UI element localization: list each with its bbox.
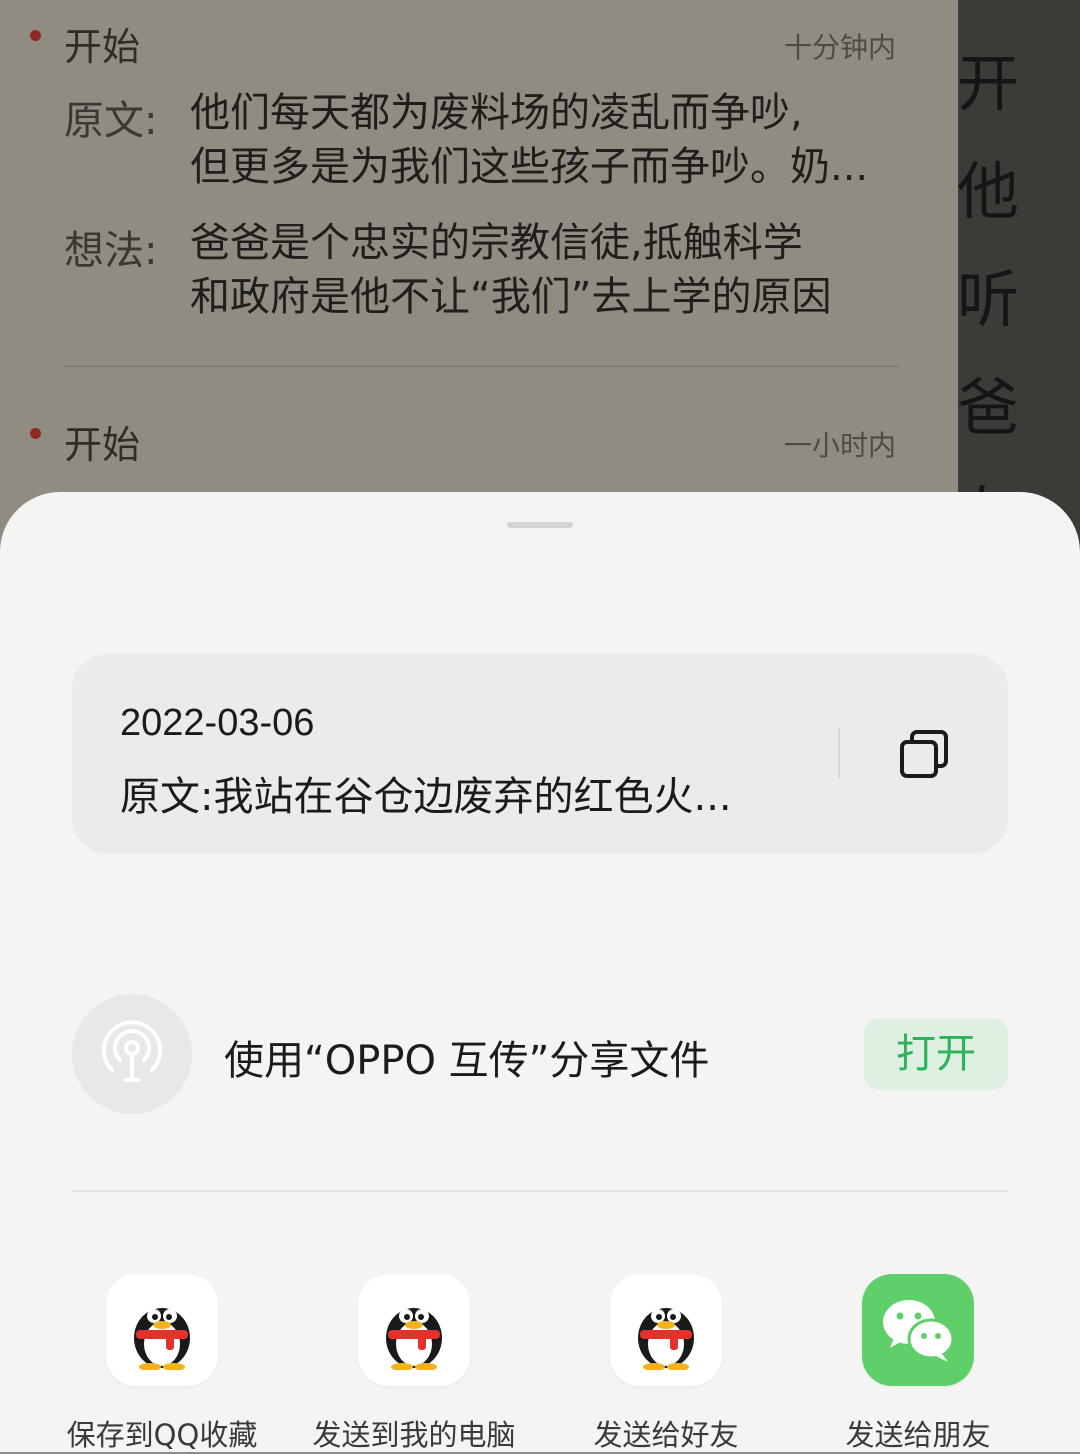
oppo-share-label: 使用“OPPO 互传”分享文件 [224,1038,710,1084]
app-label: 保存到QQ收藏 [66,1418,258,1452]
entry-time: 十分钟内 [783,31,896,64]
original-line: 他们每天都为废料场的凌乱而争吵, [190,90,803,136]
share-sheet: 2022-03-06 原文:我站在谷仓边废弃的红色火... 使用“OPPO 互传… [0,492,1080,1452]
share-qq-favorites[interactable]: 保存到QQ收藏 [37,1274,287,1454]
entry-title: 开始 [64,25,141,69]
section-divider [72,1190,1008,1192]
app-label: 发送给好友 [593,1418,739,1452]
thought-line: 爸爸是个忠实的宗教信徒,抵触科学 [190,220,803,266]
qq-penguin-icon [106,1274,218,1386]
entry-title: 开始 [64,423,141,467]
share-qq-my-computer[interactable]: 发送到我的电脑 [289,1274,539,1454]
qq-penguin-icon [358,1274,470,1386]
copy-icon [900,730,948,778]
preview-text: 原文:我站在谷仓边废弃的红色火... [120,774,732,820]
app-label: 发送到我的电脑 [312,1418,516,1452]
share-wechat-friend[interactable]: 发送给朋友 [793,1274,1043,1454]
share-preview-card: 2022-03-06 原文:我站在谷仓边废弃的红色火... [72,654,1008,854]
original-line: 但更多是为我们这些孩子而争吵。奶... [190,144,869,190]
entry-time: 一小时内 [783,429,896,462]
wechat-icon [862,1274,974,1386]
side-char: 他 [957,155,1020,228]
side-char: 听 [957,263,1020,336]
entry-divider [64,366,900,367]
bullet-dot [30,428,41,439]
bullet-dot [30,30,41,41]
side-char: 开 [957,47,1020,120]
side-vertical-text: 开 他 听 爸 左 [957,30,1020,570]
oppo-share-icon [72,994,192,1114]
thought-line: 和政府是他不让“我们”去上学的原因 [190,274,832,320]
open-oppo-share-button[interactable]: 打开 [864,1018,1008,1090]
drag-handle[interactable] [507,522,573,528]
share-qq-friend[interactable]: 发送给好友 [541,1274,791,1454]
preview-separator [838,728,840,778]
side-char: 爸 [957,371,1020,444]
oppo-share-row: 使用“OPPO 互传”分享文件 打开 [72,994,1008,1114]
original-text: 他们每天都为废料场的凌乱而争吵, 但更多是为我们这些孩子而争吵。奶... [190,86,910,194]
preview-date: 2022-03-06 [120,702,315,744]
thought-label: 想法: [64,228,158,274]
qq-penguin-icon [610,1274,722,1386]
thought-text: 爸爸是个忠实的宗教信徒,抵触科学 和政府是他不让“我们”去上学的原因 [190,216,910,324]
app-label: 发送给朋友 [845,1418,991,1452]
original-label: 原文: [64,98,158,144]
copy-button[interactable] [892,722,956,786]
